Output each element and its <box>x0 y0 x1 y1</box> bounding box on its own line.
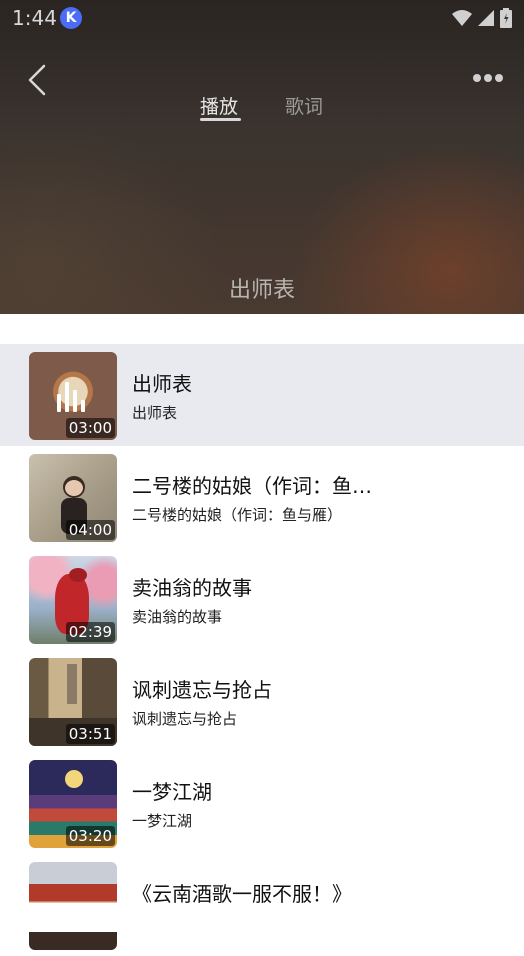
more-options-icon[interactable] <box>472 70 504 86</box>
playlist-item[interactable]: 03:00 出师表 出师表 <box>0 344 524 446</box>
song-title: 出师表 <box>132 372 192 396</box>
song-title: 一梦江湖 <box>132 780 212 804</box>
duration-badge: 04:00 <box>65 520 115 540</box>
active-tab-indicator <box>200 118 241 121</box>
playlist: 03:00 出师表 出师表 04:00 二号楼的姑娘（作词：鱼… 二号楼的姑娘（… <box>0 344 524 956</box>
playlist-item[interactable]: 02:39 卖油翁的故事 卖油翁的故事 <box>0 548 524 650</box>
wifi-icon <box>452 10 472 26</box>
battery-icon <box>500 8 512 28</box>
song-thumbnail: 03:51 <box>29 658 117 746</box>
player-tabs: 播放 歌词 <box>0 92 524 126</box>
app-notification-icon: K <box>60 7 82 29</box>
song-thumbnail: 04:00 <box>29 454 117 542</box>
song-thumbnail: 02:39 <box>29 556 117 644</box>
tab-lyrics[interactable]: 歌词 <box>285 92 323 119</box>
status-icons <box>452 8 512 28</box>
song-subtitle: 一梦江湖 <box>132 812 193 830</box>
playing-bars-icon <box>55 372 91 412</box>
playlist-item[interactable]: 04:00 二号楼的姑娘（作词：鱼… 二号楼的姑娘（作词：鱼与雁） <box>0 446 524 548</box>
bottom-edge <box>0 903 524 932</box>
duration-badge: 03:00 <box>65 418 115 438</box>
playlist-item[interactable]: 03:20 一梦江湖 一梦江湖 <box>0 752 524 854</box>
signal-icon <box>478 10 494 26</box>
song-subtitle: 二号楼的姑娘（作词：鱼与雁） <box>132 506 343 524</box>
song-thumbnail: 03:00 <box>29 352 117 440</box>
now-playing-title: 出师表 <box>228 278 295 303</box>
song-subtitle: 讽刺遗忘与抢占 <box>132 710 238 728</box>
status-time: 1:44 <box>12 6 57 30</box>
song-title: 二号楼的姑娘（作词：鱼… <box>132 474 372 498</box>
song-title: 讽刺遗忘与抢占 <box>132 678 272 702</box>
playlist-item[interactable]: 03:51 讽刺遗忘与抢占 讽刺遗忘与抢占 <box>0 650 524 752</box>
duration-badge: 03:20 <box>65 826 115 846</box>
song-subtitle: 卖油翁的故事 <box>132 608 223 626</box>
player-background: 1:44 K 播放 歌词 出师表 <box>0 0 524 318</box>
duration-badge: 02:39 <box>65 622 115 642</box>
duration-badge: 03:51 <box>65 724 115 744</box>
song-subtitle: 出师表 <box>132 404 178 422</box>
status-bar: 1:44 K <box>0 0 524 36</box>
song-title: 卖油翁的故事 <box>132 576 252 600</box>
playlist-sheet: 03:00 出师表 出师表 04:00 二号楼的姑娘（作词：鱼… 二号楼的姑娘（… <box>0 314 524 950</box>
song-thumbnail: 03:20 <box>29 760 117 848</box>
tab-play[interactable]: 播放 <box>200 92 238 119</box>
